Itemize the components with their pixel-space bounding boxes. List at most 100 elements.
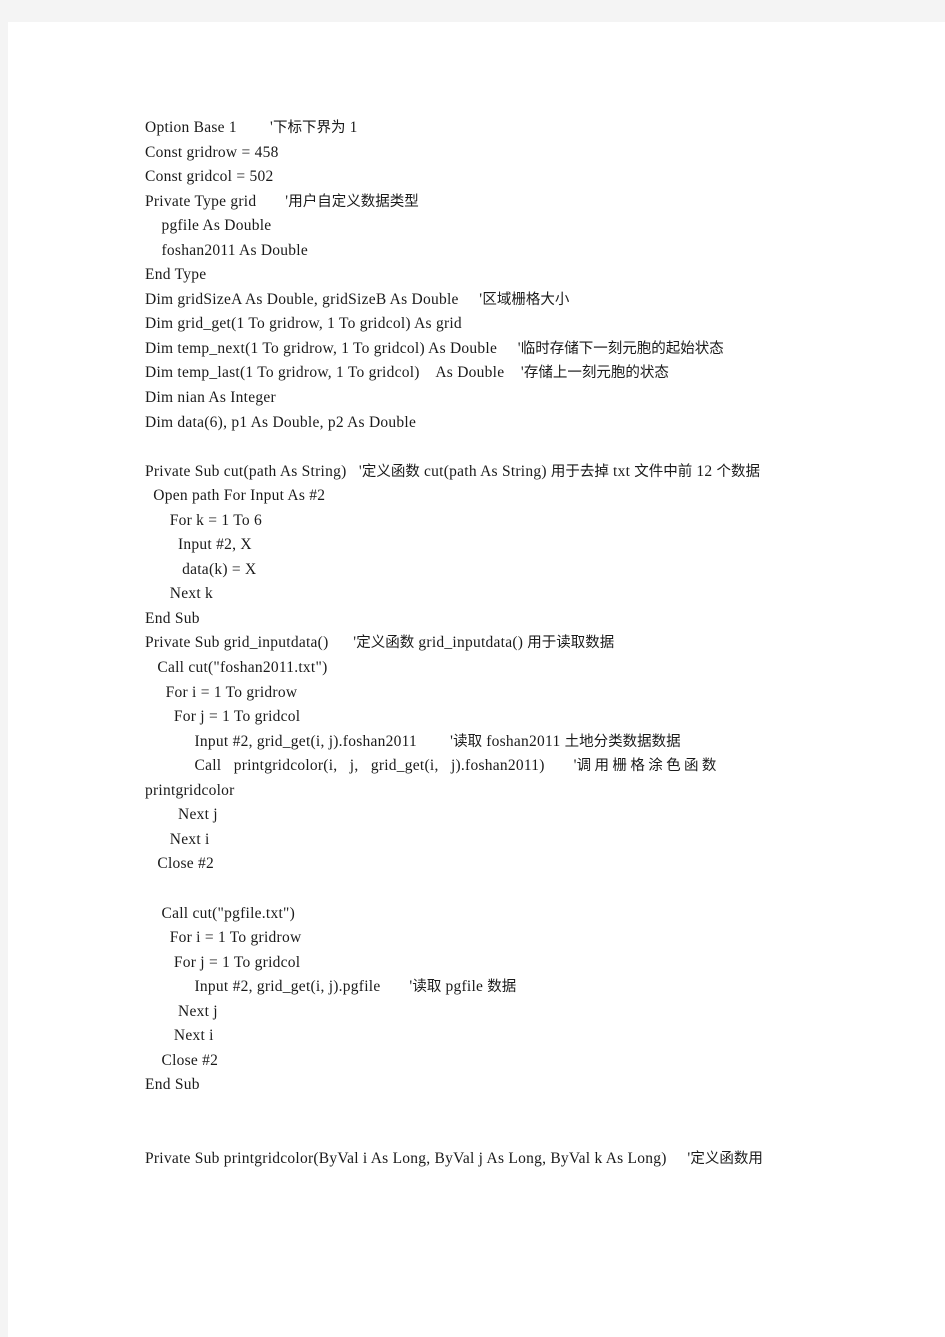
- code-text: Input #2, grid_get(i, j).pgfile: [145, 978, 381, 996]
- code-line: Dim temp_last(1 To gridrow, 1 To gridcol…: [145, 361, 823, 386]
- code-gap: [497, 340, 518, 357]
- code-text: Dim temp_last(1 To gridrow, 1 To gridcol…: [145, 364, 505, 382]
- code-line: Close #2: [145, 852, 823, 877]
- code-line: Next i: [145, 1024, 823, 1049]
- code-text: Const gridrow = 458: [145, 143, 279, 161]
- code-text: Dim grid_get(1 To gridrow, 1 To gridcol)…: [145, 315, 462, 333]
- code-text: pgfile As Double: [145, 217, 272, 235]
- code-comment: '用户自定义数据类型: [285, 192, 419, 210]
- code-line: Const gridcol = 502: [145, 165, 823, 190]
- code-line: End Sub: [145, 1073, 823, 1098]
- code-gap: [667, 1150, 688, 1167]
- code-line: For j = 1 To gridcol: [145, 951, 823, 976]
- code-line: Open path For Input As #2: [145, 484, 823, 509]
- code-line: Next j: [145, 803, 823, 828]
- code-gap: [347, 463, 359, 480]
- code-listing: Option Base 1 '下标下界为 1 Const gridrow = 45…: [145, 116, 823, 1172]
- code-text: foshan2011 As Double: [145, 241, 308, 259]
- code-text: Option Base 1: [145, 119, 237, 136]
- code-text: For k = 1 To 6: [145, 511, 263, 529]
- code-gap: [329, 634, 354, 651]
- code-line: Private Sub cut(path As String) '定义函数 cu…: [145, 460, 823, 485]
- code-line: foshan2011 As Double: [145, 239, 823, 264]
- code-gap: [237, 119, 270, 136]
- code-line: printgridcolor: [145, 779, 823, 804]
- code-text: Input #2, grid_get(i, j).foshan2011: [145, 732, 418, 750]
- document-page: Option Base 1 '下标下界为 1 Const gridrow = 45…: [8, 22, 945, 1337]
- code-text: Private Sub cut(path As String): [145, 462, 347, 480]
- code-text: data(k) = X: [145, 560, 257, 578]
- code-comment: '定义函数 cut(path As String) 用于去掉 txt 文件中前 …: [358, 462, 761, 480]
- code-line: Dim temp_next(1 To gridrow, 1 To gridcol…: [145, 337, 823, 362]
- code-line: Option Base 1 '下标下界为 1: [145, 116, 823, 141]
- code-comment: '定义函数 grid_inputdata() 用于读取数据: [353, 634, 615, 652]
- code-text: Next k: [145, 585, 214, 603]
- code-text: For j = 1 To gridcol: [145, 708, 301, 726]
- code-line: Input #2, grid_get(i, j).foshan2011 '读取 …: [145, 730, 823, 755]
- code-text: Dim data(6), p1 As Double, p2 As Double: [145, 413, 417, 431]
- code-text: Open path For Input As #2: [145, 487, 326, 505]
- code-line: Private Type grid '用户自定义数据类型: [145, 190, 823, 215]
- code-line: Close #2: [145, 1049, 823, 1074]
- code-line: Next j: [145, 1000, 823, 1025]
- code-text: Next i: [145, 1027, 214, 1045]
- code-text: Private Sub grid_inputdata(): [145, 634, 329, 652]
- code-line: Dim grid_get(1 To gridrow, 1 To gridcol)…: [145, 312, 823, 337]
- code-comment: '读取 foshan2011 土地分类数据数据: [450, 732, 681, 750]
- code-line: Next k: [145, 582, 823, 607]
- code-line: Dim data(6), p1 As Double, p2 As Double: [145, 411, 823, 436]
- code-comment: '调用栅格涂色函数: [573, 757, 720, 775]
- code-comment: '读取 pgfile 数据: [409, 978, 517, 996]
- code-gap: [459, 291, 480, 308]
- code-line: Next i: [145, 828, 823, 853]
- code-text: Input #2, X: [145, 536, 252, 554]
- code-text: Dim gridSizeA As Double, gridSizeB As Do…: [145, 290, 459, 308]
- code-gap: [504, 364, 521, 381]
- code-line: End Sub: [145, 607, 823, 632]
- code-text: For j = 1 To gridcol: [145, 953, 301, 971]
- code-line: Private Sub grid_inputdata() '定义函数 grid_…: [145, 631, 823, 656]
- code-line: For j = 1 To gridcol: [145, 705, 823, 730]
- code-line: Dim nian As Integer: [145, 386, 823, 411]
- code-gap: [417, 733, 450, 750]
- code-text: Next j: [145, 806, 218, 824]
- code-text: For i = 1 To gridrow: [145, 929, 302, 947]
- code-text: Next i: [145, 830, 210, 848]
- code-text: Close #2: [145, 1051, 219, 1069]
- code-text: Private Type grid: [145, 192, 257, 210]
- code-line: Call cut("pgfile.txt"): [145, 902, 823, 927]
- code-line: Call cut("foshan2011.txt"): [145, 656, 823, 681]
- code-line: Dim gridSizeA As Double, gridSizeB As Do…: [145, 288, 823, 313]
- code-line: pgfile As Double: [145, 214, 823, 239]
- code-text: End Sub: [145, 609, 200, 627]
- code-text: End Sub: [145, 1076, 200, 1094]
- code-line: Private Sub printgridcolor(ByVal i As Lo…: [145, 1147, 823, 1172]
- code-text: Dim temp_next(1 To gridrow, 1 To gridcol…: [145, 339, 498, 357]
- code-line: data(k) = X: [145, 558, 823, 583]
- code-comment: '定义函数用: [687, 1149, 763, 1167]
- code-text: printgridcolor: [145, 781, 235, 799]
- code-gap: [256, 193, 285, 210]
- code-comment: '下标下界为 1: [269, 119, 358, 136]
- code-line: End Type: [145, 263, 823, 288]
- code-text: End Type: [145, 266, 207, 284]
- code-gap: [545, 757, 574, 774]
- code-text: Dim nian As Integer: [145, 389, 276, 407]
- code-line: For k = 1 To 6: [145, 509, 823, 534]
- code-line: Call printgridcolor(i, j, grid_get(i, j)…: [145, 754, 823, 779]
- code-text: Next j: [145, 1002, 218, 1020]
- code-comment: '临时存储下一刻元胞的起始状态: [517, 339, 724, 357]
- code-text: Private Sub printgridcolor(ByVal i As Lo…: [145, 1149, 667, 1167]
- code-text: Call cut("foshan2011.txt"): [145, 659, 328, 677]
- code-line: Const gridrow = 458: [145, 141, 823, 166]
- code-text: Const gridcol = 502: [145, 168, 274, 186]
- code-comment: '区域栅格大小: [479, 290, 570, 308]
- code-text: Call cut("pgfile.txt"): [145, 904, 296, 922]
- code-line: Input #2, X: [145, 533, 823, 558]
- code-text: Close #2: [145, 855, 215, 873]
- code-line: For i = 1 To gridrow: [145, 926, 823, 951]
- code-line: For i = 1 To gridrow: [145, 681, 823, 706]
